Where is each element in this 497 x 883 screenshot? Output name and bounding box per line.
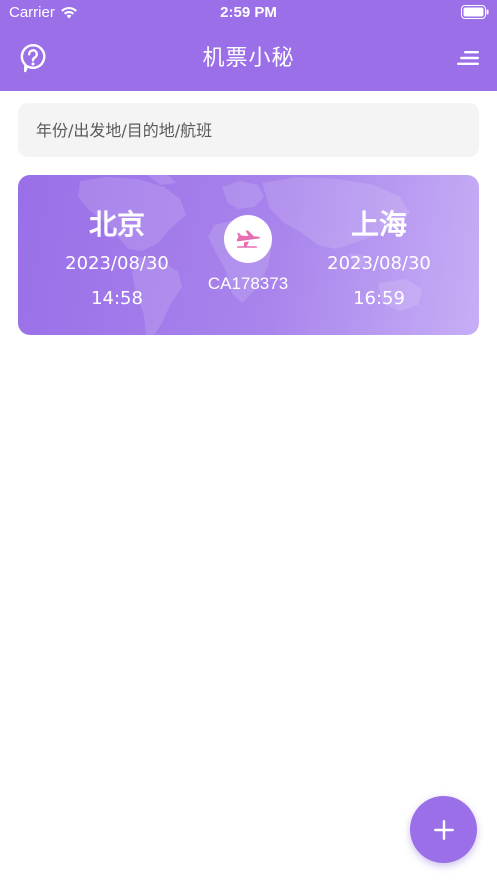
airplane-icon: [236, 230, 260, 248]
search-input[interactable]: [18, 103, 479, 157]
flight-card[interactable]: 北京 2023/08/30 14:58 CA178373 上海 2023/08/…: [18, 175, 479, 335]
departure-city: 北京: [88, 208, 145, 241]
status-bar: Carrier 2:59 PM: [0, 0, 497, 26]
menu-lines-icon[interactable]: [456, 48, 480, 68]
app-header: Carrier 2:59 PM 机票小秘: [0, 0, 497, 91]
nav-bar: 机票小秘: [0, 26, 497, 91]
status-time: 2:59 PM: [220, 4, 277, 21]
flight-number: CA178373: [207, 274, 289, 293]
arrival-date: 2023/08/30: [327, 253, 431, 274]
arrival-time: 16:59: [353, 288, 405, 309]
departure-time: 14:58: [91, 288, 143, 309]
battery-icon: [461, 5, 489, 19]
page-title: 机票小秘: [202, 46, 295, 71]
plane-badge: [224, 215, 272, 263]
arrival-city: 上海: [350, 208, 407, 241]
plus-icon: [433, 819, 454, 840]
add-flight-button[interactable]: [410, 796, 477, 863]
departure-date: 2023/08/30: [65, 253, 169, 274]
